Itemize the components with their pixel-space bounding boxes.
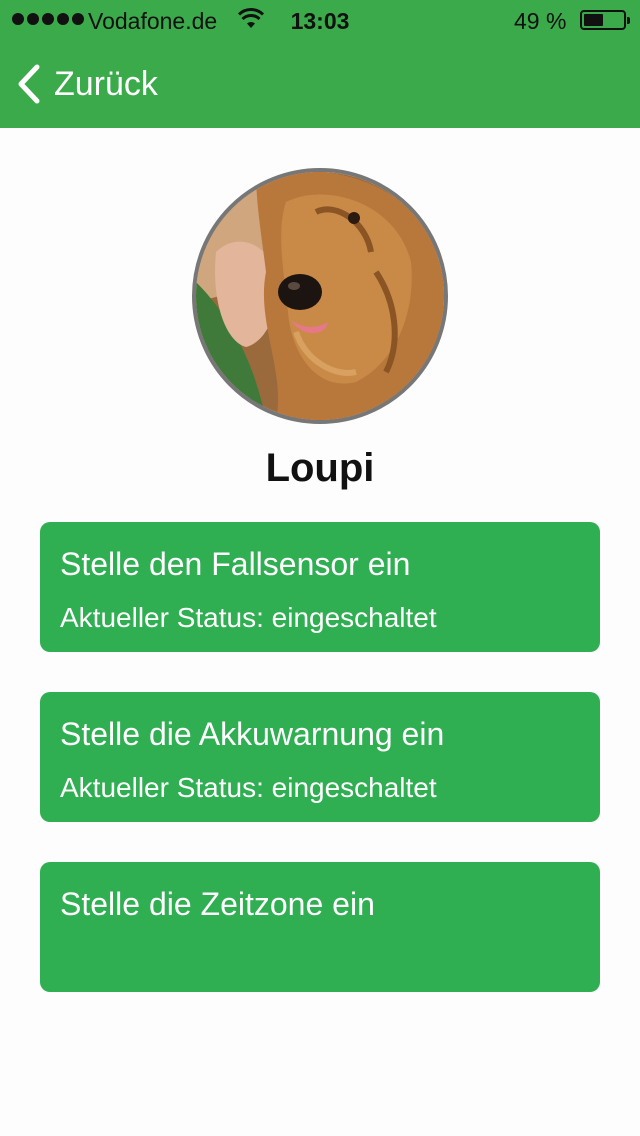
back-label: Zurück [54,64,158,103]
fall-sensor-setting-button[interactable]: Stelle den Fallsensor ein Aktueller Stat… [40,522,600,652]
navigation-bar: Vodafone.de 13:03 49 % Zurück [0,0,640,128]
setting-title: Stelle den Fallsensor ein [60,546,411,582]
chevron-left-icon [18,64,40,104]
battery-fill [584,14,603,26]
pet-name: Loupi [265,446,375,490]
battery-percent: 49 % [514,8,567,34]
setting-title: Stelle die Akkuwarnung ein [60,716,445,752]
setting-title: Stelle die Zeitzone ein [60,886,375,922]
setting-status: Aktueller Status: eingeschaltet [60,772,437,803]
pet-avatar [192,168,448,424]
setting-status: Aktueller Status: eingeschaltet [60,602,437,633]
back-button[interactable]: Zurück [16,60,158,108]
status-bar: Vodafone.de 13:03 49 % [0,0,640,42]
battery-warning-setting-button[interactable]: Stelle die Akkuwarnung ein Aktueller Sta… [40,692,600,822]
battery-icon [580,10,630,30]
timezone-setting-button[interactable]: Stelle die Zeitzone ein [40,862,600,992]
